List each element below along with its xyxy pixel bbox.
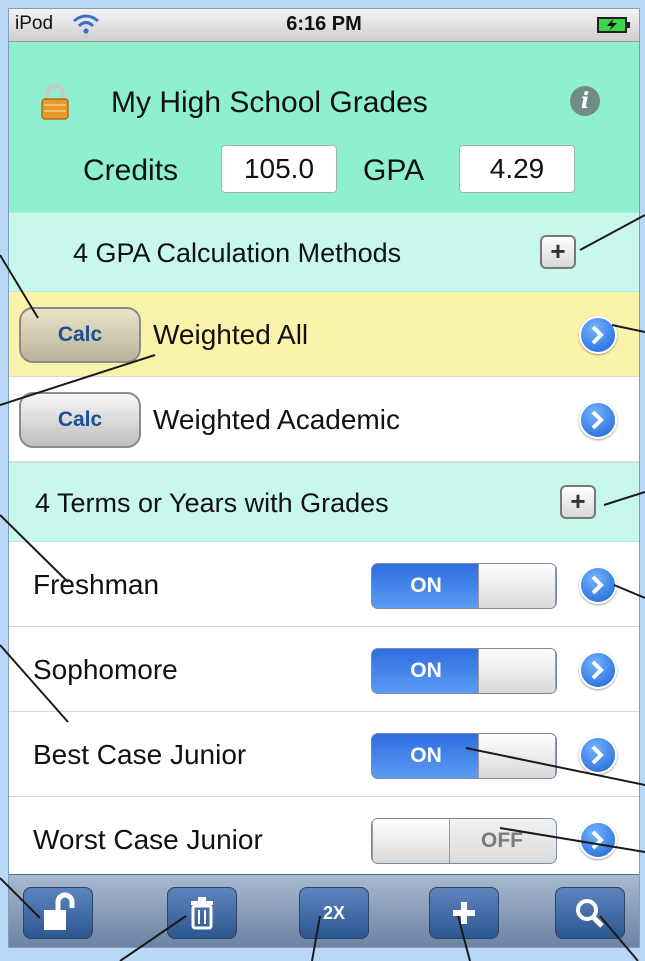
disclosure-arrow-icon[interactable] [579,821,617,859]
clock: 6:16 PM [286,13,362,35]
methods-section-label: 4 GPA Calculation Methods [73,238,402,268]
method-row[interactable]: Calc Weighted All [9,292,639,377]
app-title: My High School Grades [111,86,428,119]
method-row[interactable]: Calc Weighted Academic [9,377,639,462]
toggle-state: OFF [481,829,523,852]
delete-button[interactable] [167,887,237,939]
terms-section-header: 4 Terms or Years with Grades + [9,462,639,542]
disclosure-arrow-icon[interactable] [579,736,617,774]
toggle-knob [372,819,450,863]
calc-button[interactable]: Calc [19,392,141,448]
plus-icon [453,902,475,924]
battery-icon [597,17,630,33]
term-row[interactable]: Sophomore ON [9,627,639,712]
term-name: Sophomore [33,654,178,685]
term-toggle[interactable]: OFF [371,818,557,864]
terms-section-label: 4 Terms or Years with Grades [35,488,389,518]
trash-icon [191,897,213,930]
search-button[interactable] [555,887,625,939]
credits-label: Credits [83,154,179,187]
bottom-toolbar: 2X [9,874,639,947]
device-screen: iPod 6:16 PM My High School Grades i Cre… [8,8,640,948]
method-name: Weighted Academic [153,404,400,435]
add-term-button[interactable]: + [560,485,596,519]
toggle-state: ON [410,744,442,767]
term-row[interactable]: Worst Case Junior OFF [9,797,639,882]
unlock-icon [44,892,75,930]
gpa-field: 4.29 [459,145,575,193]
term-name: Best Case Junior [33,739,247,770]
method-name: Weighted All [153,319,309,350]
term-toggle[interactable]: ON [371,733,557,779]
summary-header: My High School Grades i Credits 105.0 GP… [9,42,639,212]
status-bar: iPod 6:16 PM [9,9,639,42]
term-toggle[interactable]: ON [371,648,557,694]
term-row[interactable]: Best Case Junior ON [9,712,639,797]
lock-icon[interactable] [41,84,69,120]
toggle-knob [478,564,556,608]
calc-button[interactable]: Calc [19,307,141,363]
add-button[interactable] [429,887,499,939]
toggle-state: ON [410,574,442,597]
disclosure-arrow-icon[interactable] [579,316,617,354]
double-label: 2X [322,903,346,923]
term-name: Freshman [33,569,160,600]
double-button[interactable]: 2X [299,887,369,939]
disclosure-arrow-icon[interactable] [579,651,617,689]
add-method-button[interactable]: + [540,235,576,269]
credits-field: 105.0 [221,145,337,193]
term-name: Worst Case Junior [33,824,263,855]
disclosure-arrow-icon[interactable] [579,401,617,439]
gpa-label: GPA [363,154,425,187]
toggle-knob [478,649,556,693]
toggle-state: ON [410,659,442,682]
disclosure-arrow-icon[interactable] [579,566,617,604]
unlock-button[interactable] [23,887,93,939]
info-icon[interactable]: i [570,86,600,116]
search-icon [576,899,604,928]
term-toggle[interactable]: ON [371,563,557,609]
methods-section-header: 4 GPA Calculation Methods + [9,212,639,292]
toggle-knob [478,734,556,778]
term-row[interactable]: Freshman ON [9,542,639,627]
